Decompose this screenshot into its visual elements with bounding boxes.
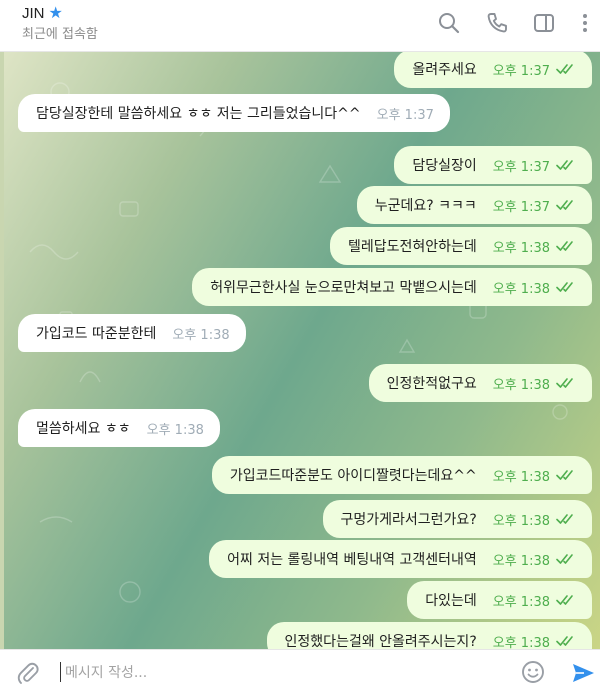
message-time: 오후 1:38: [492, 469, 550, 485]
more-vertical-icon[interactable]: [572, 10, 598, 36]
outgoing-message[interactable]: 허위무근한사실 눈으로만쳐보고 막뱉으시는데 오후 1:38: [192, 268, 592, 306]
contact-name-row[interactable]: JIN ★: [22, 3, 63, 23]
message-area[interactable]: 올려주세요 오후 1:37 담당실장한테 말씀하세요 ㅎㅎ 저는 그리들었습니다^^…: [0, 52, 600, 649]
outgoing-message[interactable]: 구멍가게라서그런가요? 오후 1:38: [322, 500, 592, 538]
message-time: 오후 1:38: [172, 327, 230, 343]
emoji-icon[interactable]: [520, 659, 546, 685]
text-caret: [60, 662, 61, 682]
message-time: 오후 1:38: [492, 553, 550, 569]
incoming-message[interactable]: 담당실장한테 말씀하세요 ㅎㅎ 저는 그리들었습니다^^ 오후 1:37: [18, 94, 450, 132]
message-text: 인정했다는걸왜 안올려주시는지?: [284, 634, 477, 649]
message-time: 오후 1:37: [492, 199, 550, 215]
outgoing-message[interactable]: 담당실장이 오후 1:37: [394, 146, 592, 184]
outgoing-message[interactable]: 인정한적없구요 오후 1:38: [368, 364, 592, 402]
contact-status: 최근에 접속함: [22, 27, 98, 42]
outgoing-message[interactable]: 가입코드따준분도 아이디짤렷다는데요^^ 오후 1:38: [211, 456, 592, 494]
attach-icon[interactable]: [15, 660, 41, 686]
outgoing-message[interactable]: 올려주세요 오후 1:37: [394, 52, 592, 88]
sidebar-toggle-icon[interactable]: [531, 10, 557, 36]
outgoing-message[interactable]: 다있는데 오후 1:38: [407, 581, 592, 619]
message-text: 허위무근한사실 눈으로만쳐보고 막뱉으시는데: [210, 280, 477, 296]
message-time: 오후 1:38: [492, 281, 550, 297]
double-check-icon: [556, 64, 573, 74]
message-time: 오후 1:38: [146, 422, 204, 438]
outgoing-message[interactable]: 누군데요? ㅋㅋㅋ 오후 1:37: [356, 186, 592, 224]
chat-header: JIN ★ 최근에 접속함: [0, 0, 600, 52]
message-text: 텔레답도전혀안하는데: [347, 239, 477, 255]
double-check-icon: [556, 241, 573, 251]
double-check-icon: [556, 636, 573, 646]
message-time: 오후 1:38: [492, 635, 550, 650]
double-check-icon: [556, 554, 573, 564]
chat-left-edge: [0, 52, 4, 649]
message-time: 오후 1:38: [492, 377, 550, 393]
message-composer: [0, 649, 600, 693]
double-check-icon: [556, 470, 573, 480]
send-icon[interactable]: [570, 660, 596, 686]
incoming-message[interactable]: 멀씀하세요 ㅎㅎ 오후 1:38: [18, 409, 220, 447]
message-text: 누군데요? ㅋㅋㅋ: [374, 198, 477, 214]
double-check-icon: [556, 595, 573, 605]
double-check-icon: [556, 200, 573, 210]
message-time: 오후 1:38: [492, 240, 550, 256]
message-text: 구멍가게라서그런가요?: [340, 512, 477, 528]
double-check-icon: [556, 378, 573, 388]
phone-icon[interactable]: [484, 10, 510, 36]
star-icon: ★: [48, 5, 63, 22]
incoming-message[interactable]: 가입코드 따준분한테 오후 1:38: [18, 314, 246, 352]
message-text: 가입코드 따준분한테: [36, 326, 157, 342]
message-text: 인정한적없구요: [386, 376, 477, 392]
contact-name[interactable]: JIN: [22, 5, 45, 22]
search-icon[interactable]: [436, 10, 462, 36]
message-input[interactable]: [63, 658, 497, 688]
outgoing-message[interactable]: 어찌 저는 롤링내역 베팅내역 고객센터내역 오후 1:38: [209, 540, 592, 578]
message-text: 어찌 저는 롤링내역 베팅내역 고객센터내역: [227, 552, 477, 568]
message-text: 멀씀하세요 ㅎㅎ: [36, 421, 131, 437]
message-text: 올려주세요: [412, 62, 477, 78]
double-check-icon: [556, 514, 573, 524]
message-time: 오후 1:38: [492, 513, 550, 529]
message-text: 담당실장한테 말씀하세요 ㅎㅎ 저는 그리들었습니다^^: [36, 106, 361, 122]
message-text: 담당실장이: [412, 158, 477, 174]
message-time: 오후 1:37: [376, 107, 434, 123]
message-time: 오후 1:38: [492, 594, 550, 610]
message-text: 가입코드따준분도 아이디짤렷다는데요^^: [229, 468, 477, 484]
double-check-icon: [556, 160, 573, 170]
message-time: 오후 1:37: [492, 159, 550, 175]
message-text: 다있는데: [425, 593, 477, 609]
message-time: 오후 1:37: [492, 63, 550, 79]
outgoing-message[interactable]: 텔레답도전혀안하는데 오후 1:38: [329, 227, 592, 265]
double-check-icon: [556, 282, 573, 292]
outgoing-message[interactable]: 인정했다는걸왜 안올려주시는지? 오후 1:38: [266, 622, 592, 650]
